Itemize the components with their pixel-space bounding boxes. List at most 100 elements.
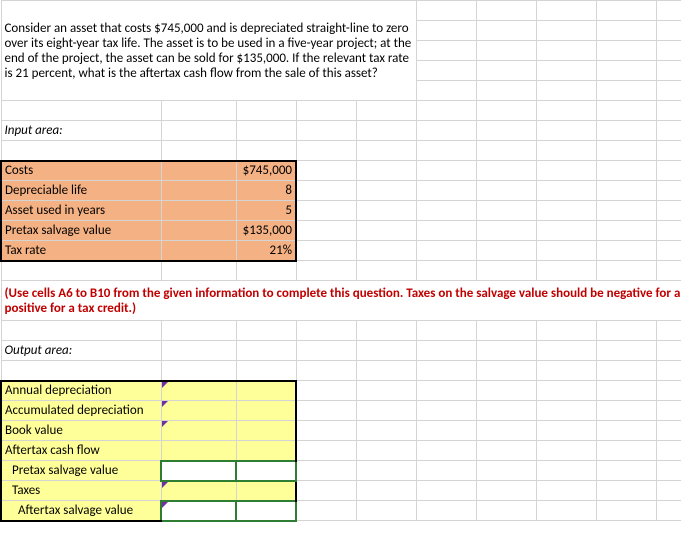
cell[interactable] — [296, 381, 356, 401]
cell[interactable] — [296, 401, 356, 421]
cell[interactable] — [161, 141, 236, 161]
cell[interactable] — [161, 341, 236, 361]
cell[interactable] — [296, 221, 356, 241]
cell[interactable] — [236, 401, 296, 421]
cell[interactable] — [536, 1, 596, 21]
cell[interactable] — [476, 341, 536, 361]
cell[interactable] — [476, 21, 536, 41]
cell[interactable] — [296, 341, 356, 361]
cell[interactable] — [356, 221, 416, 241]
cell[interactable] — [356, 401, 416, 421]
cell[interactable] — [356, 261, 416, 281]
cell[interactable] — [536, 361, 596, 381]
cell[interactable] — [236, 261, 296, 281]
cell[interactable] — [476, 321, 536, 341]
cell[interactable] — [356, 501, 416, 521]
cell[interactable] — [596, 241, 656, 261]
cell[interactable] — [476, 421, 536, 441]
cell[interactable] — [161, 161, 236, 181]
cell[interactable] — [416, 1, 476, 21]
cell[interactable] — [536, 141, 596, 161]
cell[interactable] — [536, 401, 596, 421]
cell[interactable] — [476, 61, 536, 81]
cell[interactable] — [596, 221, 656, 241]
spreadsheet-grid[interactable]: Consider an asset that costs $745,000 an… — [0, 0, 681, 522]
cell[interactable] — [656, 421, 681, 441]
cell[interactable] — [296, 361, 356, 381]
cell[interactable] — [656, 501, 681, 521]
cell[interactable] — [656, 121, 681, 141]
cell[interactable] — [416, 161, 476, 181]
cell[interactable] — [236, 361, 296, 381]
cell[interactable] — [536, 261, 596, 281]
cell[interactable] — [356, 141, 416, 161]
cell[interactable] — [596, 361, 656, 381]
cell[interactable] — [476, 361, 536, 381]
cell[interactable] — [416, 421, 476, 441]
cell[interactable] — [1, 141, 161, 161]
cell[interactable] — [656, 441, 681, 461]
cell[interactable] — [236, 501, 296, 521]
cell[interactable] — [161, 241, 236, 261]
cell[interactable] — [596, 381, 656, 401]
cell[interactable] — [1, 361, 161, 381]
cell[interactable] — [236, 321, 296, 341]
cell[interactable] — [596, 181, 656, 201]
cell[interactable] — [356, 381, 416, 401]
cell[interactable] — [476, 481, 536, 501]
cell[interactable] — [536, 21, 596, 41]
cell[interactable] — [476, 161, 536, 181]
cell[interactable] — [656, 361, 681, 381]
cell[interactable] — [596, 441, 656, 461]
cell[interactable] — [161, 441, 236, 461]
cell[interactable] — [296, 421, 356, 441]
cell[interactable] — [596, 341, 656, 361]
cell[interactable] — [536, 341, 596, 361]
cell[interactable] — [476, 401, 536, 421]
cell[interactable] — [656, 21, 681, 41]
cell[interactable] — [656, 341, 681, 361]
cell[interactable] — [356, 161, 416, 181]
cell[interactable] — [296, 261, 356, 281]
cell[interactable] — [416, 61, 476, 81]
cell[interactable] — [656, 261, 681, 281]
cell[interactable] — [656, 161, 681, 181]
cell[interactable] — [656, 401, 681, 421]
cell[interactable] — [236, 381, 296, 401]
cell[interactable] — [536, 181, 596, 201]
cell[interactable] — [656, 1, 681, 21]
cell[interactable] — [356, 481, 416, 501]
cell[interactable] — [356, 101, 416, 121]
cell[interactable] — [416, 461, 476, 481]
cell[interactable] — [656, 221, 681, 241]
cell[interactable] — [656, 381, 681, 401]
cell[interactable] — [476, 101, 536, 121]
cell[interactable] — [536, 81, 596, 101]
cell[interactable] — [656, 461, 681, 481]
cell[interactable] — [236, 121, 296, 141]
cell[interactable] — [236, 481, 296, 501]
cell[interactable] — [356, 181, 416, 201]
cell[interactable] — [296, 481, 356, 501]
cell[interactable] — [416, 121, 476, 141]
cell[interactable] — [416, 21, 476, 41]
cell[interactable] — [476, 181, 536, 201]
cell[interactable] — [296, 321, 356, 341]
cell[interactable] — [596, 161, 656, 181]
cell[interactable] — [416, 101, 476, 121]
cell[interactable] — [416, 241, 476, 261]
cell[interactable] — [416, 381, 476, 401]
cell[interactable] — [296, 201, 356, 221]
cell[interactable] — [476, 261, 536, 281]
cell[interactable] — [656, 181, 681, 201]
cell[interactable] — [596, 101, 656, 121]
cell[interactable] — [296, 121, 356, 141]
cell[interactable] — [656, 101, 681, 121]
cell[interactable] — [236, 461, 296, 481]
cell[interactable] — [536, 201, 596, 221]
book-value-cell[interactable] — [161, 421, 236, 441]
cell[interactable] — [476, 1, 536, 21]
cell[interactable] — [536, 381, 596, 401]
cell[interactable] — [476, 201, 536, 221]
aftertax-salvage-cell[interactable] — [161, 501, 236, 521]
